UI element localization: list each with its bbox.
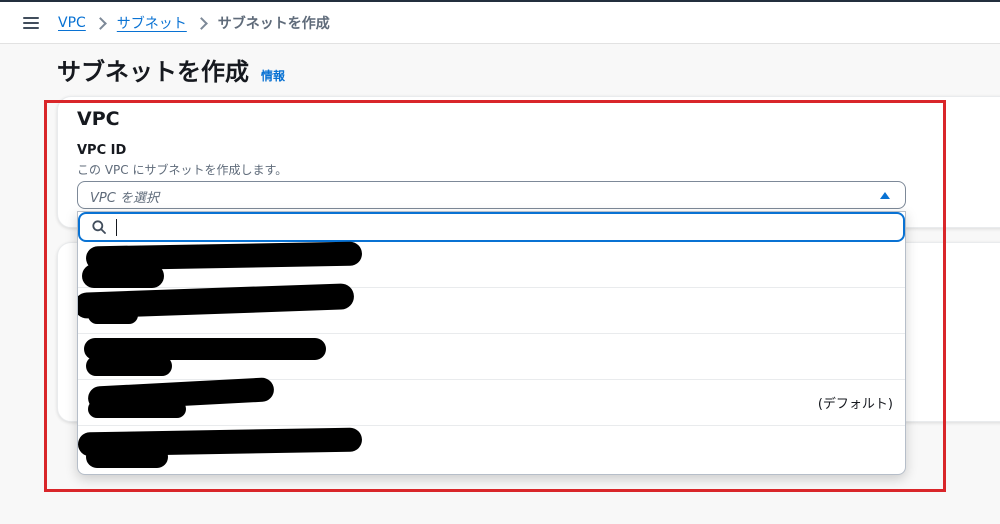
hamburger-menu-icon[interactable] — [23, 17, 39, 29]
redacted-text — [88, 306, 138, 324]
top-navigation-bar: VPC サブネット サブネットを作成 — [0, 0, 1000, 44]
vpc-id-select[interactable]: VPC を選択 — [77, 181, 906, 209]
breadcrumb-current: サブネットを作成 — [217, 16, 330, 32]
redacted-text — [82, 264, 164, 288]
page-header: サブネットを作成 情報 — [57, 52, 285, 87]
text-cursor — [116, 219, 117, 236]
dropdown-option[interactable] — [78, 426, 905, 474]
vpc-dropdown-list: (デフォルト) — [77, 211, 906, 475]
redacted-text — [86, 446, 168, 468]
page-title: サブネットを作成 — [57, 58, 249, 86]
info-link[interactable]: 情報 — [261, 67, 285, 84]
dropdown-option[interactable]: (デフォルト) — [78, 377, 905, 426]
chevron-right-icon — [194, 16, 208, 30]
redacted-text — [86, 356, 172, 376]
search-icon — [92, 220, 106, 234]
redacted-text — [88, 400, 186, 418]
caret-up-icon — [880, 192, 890, 199]
dropdown-option[interactable] — [78, 283, 905, 334]
breadcrumb-link-vpc[interactable]: VPC — [58, 15, 86, 31]
breadcrumb-link-subnets[interactable]: サブネット — [117, 13, 187, 33]
vpc-id-description: この VPC にサブネットを作成します。 — [77, 163, 288, 177]
vpc-search-input[interactable] — [114, 217, 898, 239]
vpc-section-title: VPC — [77, 108, 120, 130]
option-suffix-default: (デフォルト) — [817, 397, 893, 412]
vpc-select-placeholder: VPC を選択 — [90, 191, 159, 206]
vpc-id-label: VPC ID — [77, 143, 127, 158]
vpc-search-box[interactable] — [78, 212, 905, 242]
chevron-right-icon — [93, 16, 107, 30]
dropdown-option[interactable] — [78, 241, 905, 288]
breadcrumb: VPC サブネット サブネットを作成 — [58, 13, 330, 33]
dropdown-option[interactable] — [78, 334, 905, 380]
